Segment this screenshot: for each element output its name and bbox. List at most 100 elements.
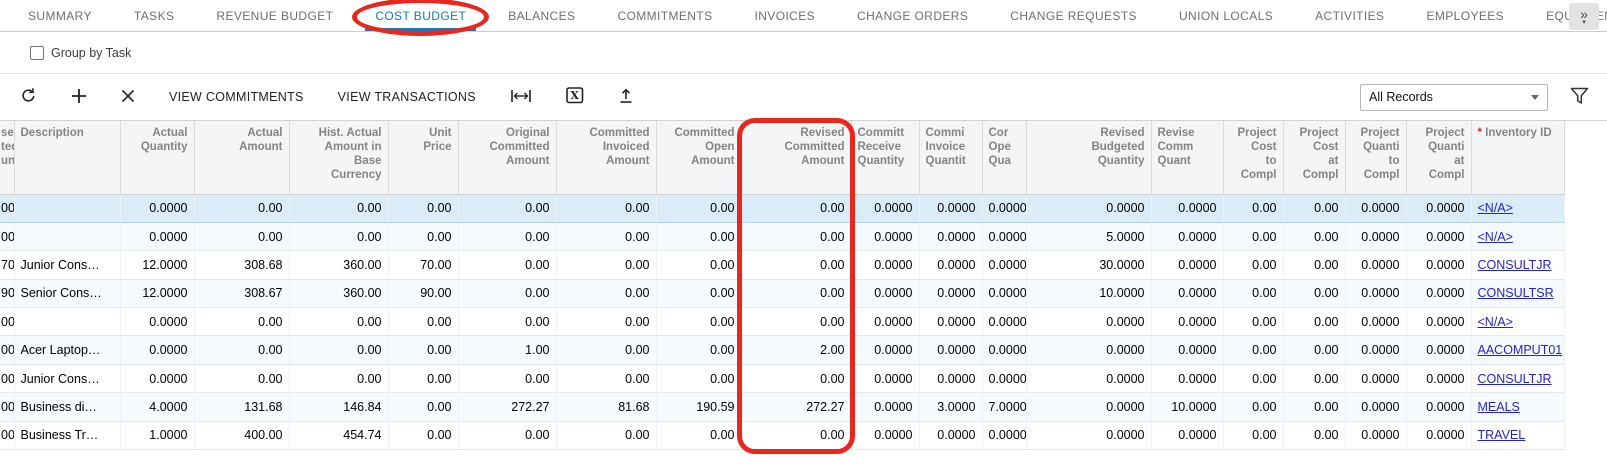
cell[interactable]: 0.0000 (1406, 279, 1471, 307)
cell[interactable]: 0.00 (1223, 251, 1283, 279)
cell[interactable]: 272.27 (741, 393, 851, 421)
cell[interactable]: 0.00 (388, 308, 458, 336)
cell[interactable]: 00 (0, 393, 14, 421)
cell[interactable]: 0.00 (388, 194, 458, 222)
cell[interactable]: 0.0000 (1345, 393, 1406, 421)
cell[interactable]: 81.68 (556, 393, 656, 421)
column-header-project-cost-at-compl[interactable]: Project Cost at Compl (1283, 121, 1345, 194)
cell[interactable]: 00 (0, 336, 14, 364)
cell[interactable]: 0.0000 (1345, 336, 1406, 364)
cell[interactable]: 0.0000 (851, 336, 919, 364)
cell[interactable]: 0.0000 (1151, 279, 1223, 307)
cell[interactable]: 0.00 (656, 364, 741, 392)
column-header-committed-open-amount[interactable]: Committed Open Amount (656, 121, 741, 194)
fit-to-screen-button[interactable] (504, 84, 538, 111)
cell[interactable]: 0.00 (1223, 194, 1283, 222)
cell[interactable]: 0.00 (1283, 336, 1345, 364)
cell[interactable]: 0.0000 (1151, 194, 1223, 222)
cell[interactable]: 0.00 (458, 251, 556, 279)
cell[interactable]: 0.0000 (851, 364, 919, 392)
column-header-project-quanti-to-compl[interactable]: Project Quanti to Compl (1345, 121, 1406, 194)
delete-row-button[interactable] (115, 85, 141, 110)
cell[interactable]: 0.0000 (982, 336, 1026, 364)
cell[interactable]: 00 (0, 308, 14, 336)
cell[interactable]: 0.00 (458, 364, 556, 392)
cell[interactable]: 0.00 (556, 336, 656, 364)
cell[interactable]: 70 (0, 251, 14, 279)
cell[interactable]: 0.00 (1223, 393, 1283, 421)
cell[interactable]: 0.00 (388, 393, 458, 421)
cell[interactable]: 12.0000 (120, 279, 194, 307)
cell[interactable]: 0.0000 (851, 251, 919, 279)
cell[interactable]: 0.0000 (851, 194, 919, 222)
cell[interactable]: Business Tr… (14, 421, 120, 449)
cell[interactable]: 0.0000 (919, 308, 982, 336)
cell[interactable]: 0.0000 (1345, 251, 1406, 279)
tab-employees[interactable]: EMPLOYEES (1416, 0, 1514, 31)
tab-cost-budget[interactable]: COST BUDGET (365, 0, 476, 31)
column-header-sed-ted-unt[interactable]: sed ted unt (0, 121, 14, 194)
tab-activities[interactable]: ACTIVITIES (1305, 0, 1394, 31)
cell[interactable]: 360.00 (289, 279, 388, 307)
tab-overflow-button[interactable]: » ▾ (1569, 3, 1599, 30)
column-header-committed-invoiced-amount[interactable]: Committed Invoiced Amount (556, 121, 656, 194)
cell[interactable]: 0.00 (1283, 194, 1345, 222)
cell[interactable]: 0.00 (1283, 222, 1345, 250)
cell[interactable]: 0.00 (1223, 279, 1283, 307)
cell[interactable]: 12.0000 (120, 251, 194, 279)
add-row-button[interactable] (65, 84, 93, 111)
cell[interactable]: 0.00 (1283, 393, 1345, 421)
cell[interactable]: Senior Cons… (14, 279, 120, 307)
tab-commitments[interactable]: COMMITMENTS (607, 0, 722, 31)
column-header-revised-budgeted-quantity[interactable]: Revised Budgeted Quantity (1026, 121, 1151, 194)
table-row[interactable]: 00Acer Laptop…0.00000.000.000.001.000.00… (0, 336, 1564, 364)
cell[interactable]: 0.00 (741, 251, 851, 279)
cell[interactable]: 0.0000 (1345, 194, 1406, 222)
cell[interactable]: 90 (0, 279, 14, 307)
tab-balances[interactable]: BALANCES (498, 0, 585, 31)
cell[interactable]: 0.0000 (851, 393, 919, 421)
cell[interactable]: 0.0000 (919, 194, 982, 222)
cell[interactable]: 0.00 (289, 336, 388, 364)
tab-change-requests[interactable]: CHANGE REQUESTS (1000, 0, 1147, 31)
cell[interactable]: 0.00 (458, 194, 556, 222)
column-header-hist-actual-amount-in-base-currency[interactable]: Hist. Actual Amount in Base Currency (289, 121, 388, 194)
cell[interactable]: 0.0000 (1026, 308, 1151, 336)
cell[interactable]: 0.0000 (1345, 222, 1406, 250)
inventory-id-link[interactable]: <N/A> (1478, 201, 1513, 215)
export-excel-button[interactable]: X (560, 83, 590, 111)
tab-revenue-budget[interactable]: REVENUE BUDGET (206, 0, 343, 31)
column-header-description[interactable]: Description (14, 121, 120, 194)
table-row[interactable]: 00Business Tr…1.0000400.00454.740.000.00… (0, 421, 1564, 449)
cell[interactable]: 0.00 (458, 222, 556, 250)
cell[interactable] (14, 222, 120, 250)
cell[interactable]: 0.00 (741, 364, 851, 392)
cell[interactable]: 0.0000 (851, 421, 919, 449)
cell[interactable]: 5.0000 (1026, 222, 1151, 250)
cell[interactable]: 0.00 (656, 279, 741, 307)
cell[interactable]: 0.00 (1283, 421, 1345, 449)
table-row[interactable]: 000.00000.000.000.000.000.000.000.000.00… (0, 194, 1564, 222)
table-row[interactable]: 70Junior Cons…12.0000308.68360.0070.000.… (0, 251, 1564, 279)
cell[interactable]: 0.00 (1223, 421, 1283, 449)
cell[interactable]: 0.0000 (919, 336, 982, 364)
cell[interactable]: 0.0000 (1406, 251, 1471, 279)
cell[interactable]: Junior Cons… (14, 364, 120, 392)
cell[interactable]: 0.00 (1223, 308, 1283, 336)
cell[interactable]: 0.0000 (1026, 421, 1151, 449)
cell[interactable]: 146.84 (289, 393, 388, 421)
cell[interactable]: 360.00 (289, 251, 388, 279)
cell[interactable]: 0.00 (1283, 364, 1345, 392)
inventory-id-link[interactable]: CONSULTSR (1478, 286, 1554, 300)
cell[interactable]: 0.0000 (1026, 194, 1151, 222)
cell[interactable]: 0.00 (289, 222, 388, 250)
cell[interactable]: 0.0000 (982, 421, 1026, 449)
cell[interactable]: 0.00 (194, 336, 289, 364)
tab-union-locals[interactable]: UNION LOCALS (1169, 0, 1283, 31)
cell[interactable]: 0.00 (1283, 251, 1345, 279)
cell[interactable]: 0.0000 (982, 308, 1026, 336)
cell[interactable]: 0.0000 (120, 364, 194, 392)
cell[interactable]: 0.0000 (1406, 336, 1471, 364)
cell[interactable]: 0.0000 (120, 222, 194, 250)
cell[interactable]: 0.00 (556, 222, 656, 250)
